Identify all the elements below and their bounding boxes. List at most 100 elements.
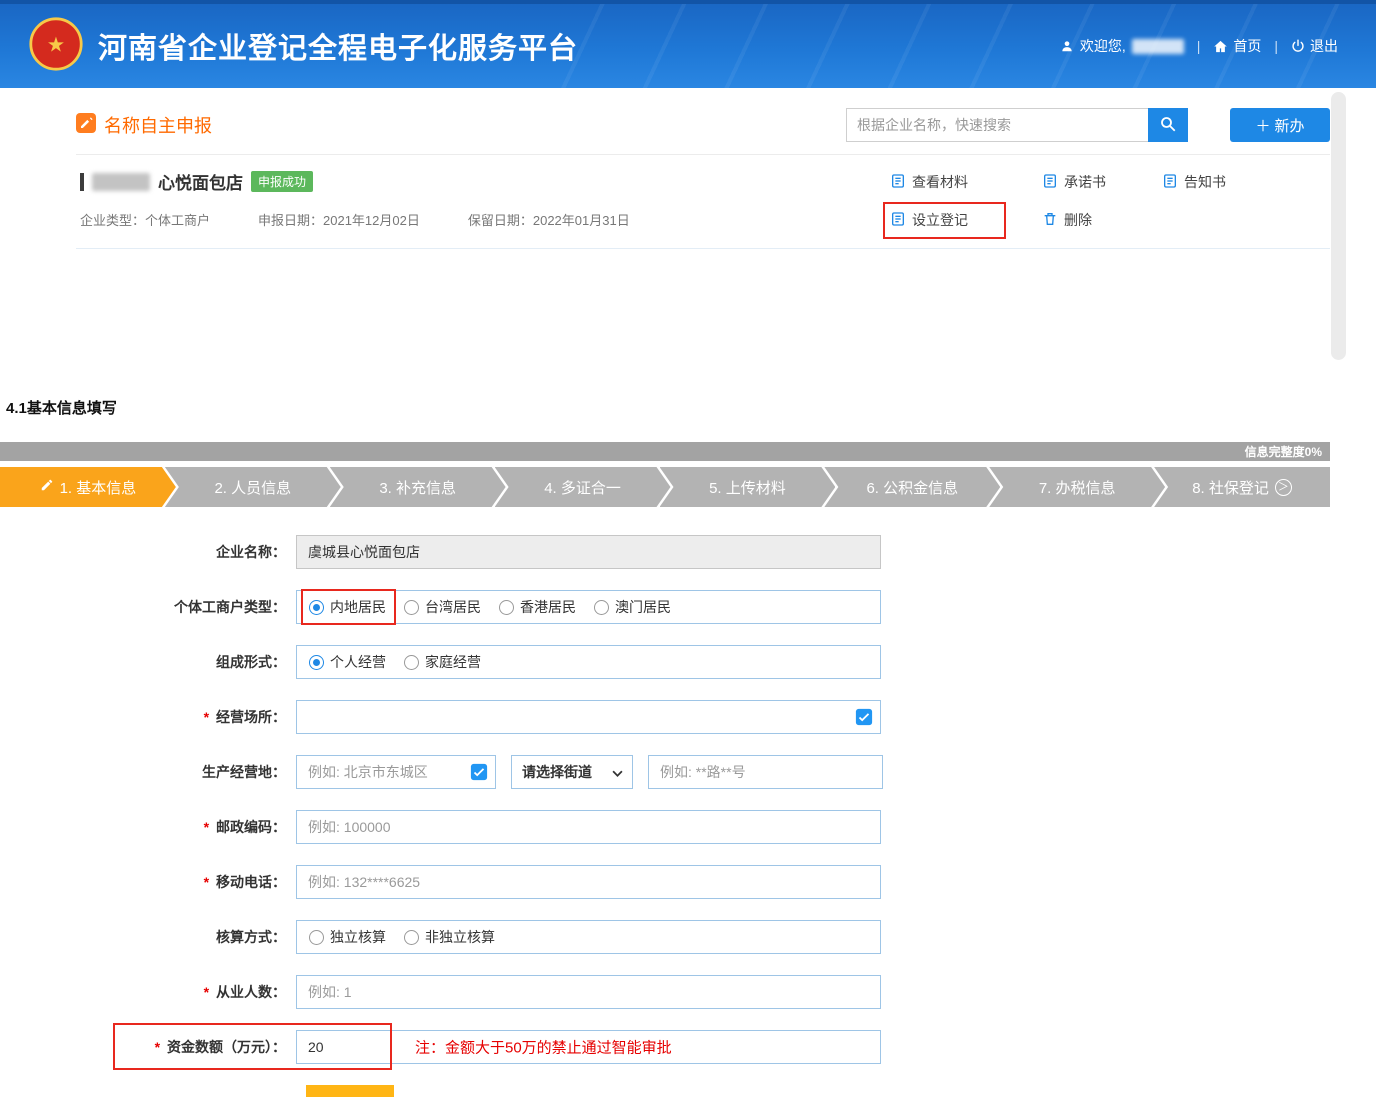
establish-registration-wrap: 设立登记 <box>890 210 1042 230</box>
enterprise-name-label: 企业名称： <box>0 542 296 562</box>
picker-icon-district[interactable] <box>470 763 488 781</box>
label-text: 生产经营地： <box>202 764 286 780</box>
actions-spacer <box>1162 210 1322 230</box>
label-text: 资金数额（万元）： <box>167 1039 286 1055</box>
radio-taiwan-resident[interactable]: 台湾居民 <box>404 597 481 617</box>
notice-letter-label: 告知书 <box>1184 172 1226 192</box>
search-icon <box>1159 115 1177 136</box>
radio-label: 个人经营 <box>330 652 386 672</box>
item-meta-row: 企业类型：个体工商户 申报日期：2021年12月02日 保留日期：2022年01… <box>80 210 630 229</box>
chevron-down-icon <box>612 764 623 780</box>
plus-icon: ＋ <box>1255 115 1270 136</box>
notice-letter-link[interactable]: 告知书 <box>1162 172 1322 192</box>
step-tab-2-personnel[interactable]: 2. 人员信息 <box>165 467 341 507</box>
separator: | <box>1274 38 1278 54</box>
required-asterisk: * <box>204 709 209 725</box>
street-select-value: 请选择街道 <box>522 762 592 782</box>
radio-family-operation[interactable]: 家庭经营 <box>404 652 481 672</box>
radio-individual-operation[interactable]: 个人经营 <box>309 652 386 672</box>
welcome-area: 欢迎您, <box>1060 36 1184 56</box>
required-asterisk: * <box>204 984 209 1000</box>
required-asterisk: * <box>155 1039 160 1055</box>
company-type: 企业类型：个体工商户 <box>80 210 210 229</box>
radio-icon <box>309 930 324 945</box>
radio-independent-accounting[interactable]: 独立核算 <box>309 927 386 947</box>
app-header: ★ 河南省企业登记全程电子化服务平台 欢迎您, | 首页 | <box>0 0 1376 88</box>
radio-macao-resident[interactable]: 澳门居民 <box>594 597 671 617</box>
district-field <box>296 755 496 789</box>
completeness-text: 信息完整度0% <box>1245 443 1322 460</box>
radio-selected-icon <box>309 655 324 670</box>
search-button[interactable] <box>1148 108 1188 142</box>
search-box <box>846 108 1188 142</box>
radio-hongkong-resident[interactable]: 香港居民 <box>499 597 576 617</box>
step-label: 7. 办税信息 <box>1039 477 1116 498</box>
business-place-input[interactable] <box>297 701 880 733</box>
postal-code-input[interactable] <box>297 811 880 843</box>
radio-icon <box>499 600 514 615</box>
label-text: 经营场所： <box>216 709 286 725</box>
scrollbar-track[interactable] <box>1331 92 1346 360</box>
form-row-employees: * 从业人数： <box>0 975 1330 1009</box>
section-icon <box>76 113 96 138</box>
document-icon <box>1042 173 1058 192</box>
home-label: 首页 <box>1233 36 1261 56</box>
establish-registration-link[interactable]: 设立登记 <box>890 210 968 230</box>
view-materials-link[interactable]: 查看材料 <box>890 172 1042 192</box>
step-tab-8-social-insurance[interactable]: 8. 社保登记 ＞ <box>1154 467 1330 507</box>
national-emblem-logo: ★ <box>28 16 84 77</box>
label-text: 个体工商户类型： <box>174 599 286 615</box>
home-icon <box>1213 39 1228 54</box>
completeness-bar: 信息完整度0% <box>0 442 1330 461</box>
radio-non-independent-accounting[interactable]: 非独立核算 <box>404 927 495 947</box>
commitment-letter-link[interactable]: 承诺书 <box>1042 172 1162 192</box>
step-tab-5-upload-materials[interactable]: 5. 上传材料 <box>660 467 836 507</box>
commitment-letter-label: 承诺书 <box>1064 172 1106 192</box>
step-tab-1-basic-info[interactable]: 1. 基本信息 <box>0 467 176 507</box>
address-input[interactable] <box>649 756 882 788</box>
step-tab-6-housing-fund[interactable]: 6. 公积金信息 <box>824 467 1000 507</box>
step-label: 5. 上传材料 <box>709 477 786 498</box>
enterprise-name-input <box>297 536 880 568</box>
district-input[interactable] <box>297 756 495 788</box>
logout-link[interactable]: 退出 <box>1291 36 1338 56</box>
form-row-capital: * 资金数额（万元）： 注：金额大于50万的禁止通过智能审批 <box>0 1030 1330 1064</box>
new-application-button[interactable]: ＋ 新办 <box>1230 108 1330 142</box>
search-input[interactable] <box>846 108 1148 142</box>
radio-label: 香港居民 <box>520 597 576 617</box>
redacted-name-bar <box>80 173 84 191</box>
street-select[interactable]: 请选择街道 <box>511 755 633 789</box>
capital-label: * 资金数额（万元）： <box>0 1037 296 1057</box>
employees-field <box>296 975 881 1009</box>
logout-label: 退出 <box>1310 36 1338 56</box>
radio-icon <box>594 600 609 615</box>
label-text: 移动电话： <box>216 874 286 890</box>
step-tab-3-supplementary[interactable]: 3. 补充信息 <box>330 467 506 507</box>
delete-link[interactable]: 删除 <box>1042 210 1162 230</box>
basic-info-form: 企业名称： 个体工商户类型： 内地居民 <box>0 535 1330 1064</box>
mobile-input[interactable] <box>297 866 880 898</box>
delete-label: 删除 <box>1064 210 1092 230</box>
form-row-composition: 组成形式： 个人经营 家庭经营 <box>0 645 1330 679</box>
chevron-right-icon[interactable]: ＞ <box>1275 479 1292 496</box>
item-info: 心悦面包店 申报成功 企业类型：个体工商户 申报日期：2021年12月02日 保… <box>80 169 630 230</box>
employees-input[interactable] <box>297 976 880 1008</box>
capital-note: 注：金额大于50万的禁止通过智能审批 <box>415 1037 672 1058</box>
home-link[interactable]: 首页 <box>1213 36 1261 56</box>
step-tabs: 1. 基本信息 2. 人员信息 3. 补充信息 4. 多证合一 5. 上传材料 … <box>0 467 1330 507</box>
step-label: 2. 人员信息 <box>214 477 291 498</box>
business-place-field <box>296 700 881 734</box>
header-user-area: 欢迎您, | 首页 | 退出 <box>1060 36 1338 56</box>
step-label: 1. 基本信息 <box>60 477 137 498</box>
required-asterisk: * <box>204 874 209 890</box>
step-tab-4-multi-cert[interactable]: 4. 多证合一 <box>495 467 671 507</box>
radio-mainland-resident[interactable]: 内地居民 <box>309 597 386 617</box>
composition-label: 组成形式： <box>0 652 296 672</box>
step-label: 3. 补充信息 <box>379 477 456 498</box>
document-icon <box>890 173 906 192</box>
radio-label: 独立核算 <box>330 927 386 947</box>
item-name-row: 心悦面包店 申报成功 <box>80 169 630 194</box>
step-tab-7-tax[interactable]: 7. 办税信息 <box>989 467 1165 507</box>
picker-icon-business-place[interactable] <box>855 708 873 726</box>
power-icon <box>1291 39 1305 53</box>
